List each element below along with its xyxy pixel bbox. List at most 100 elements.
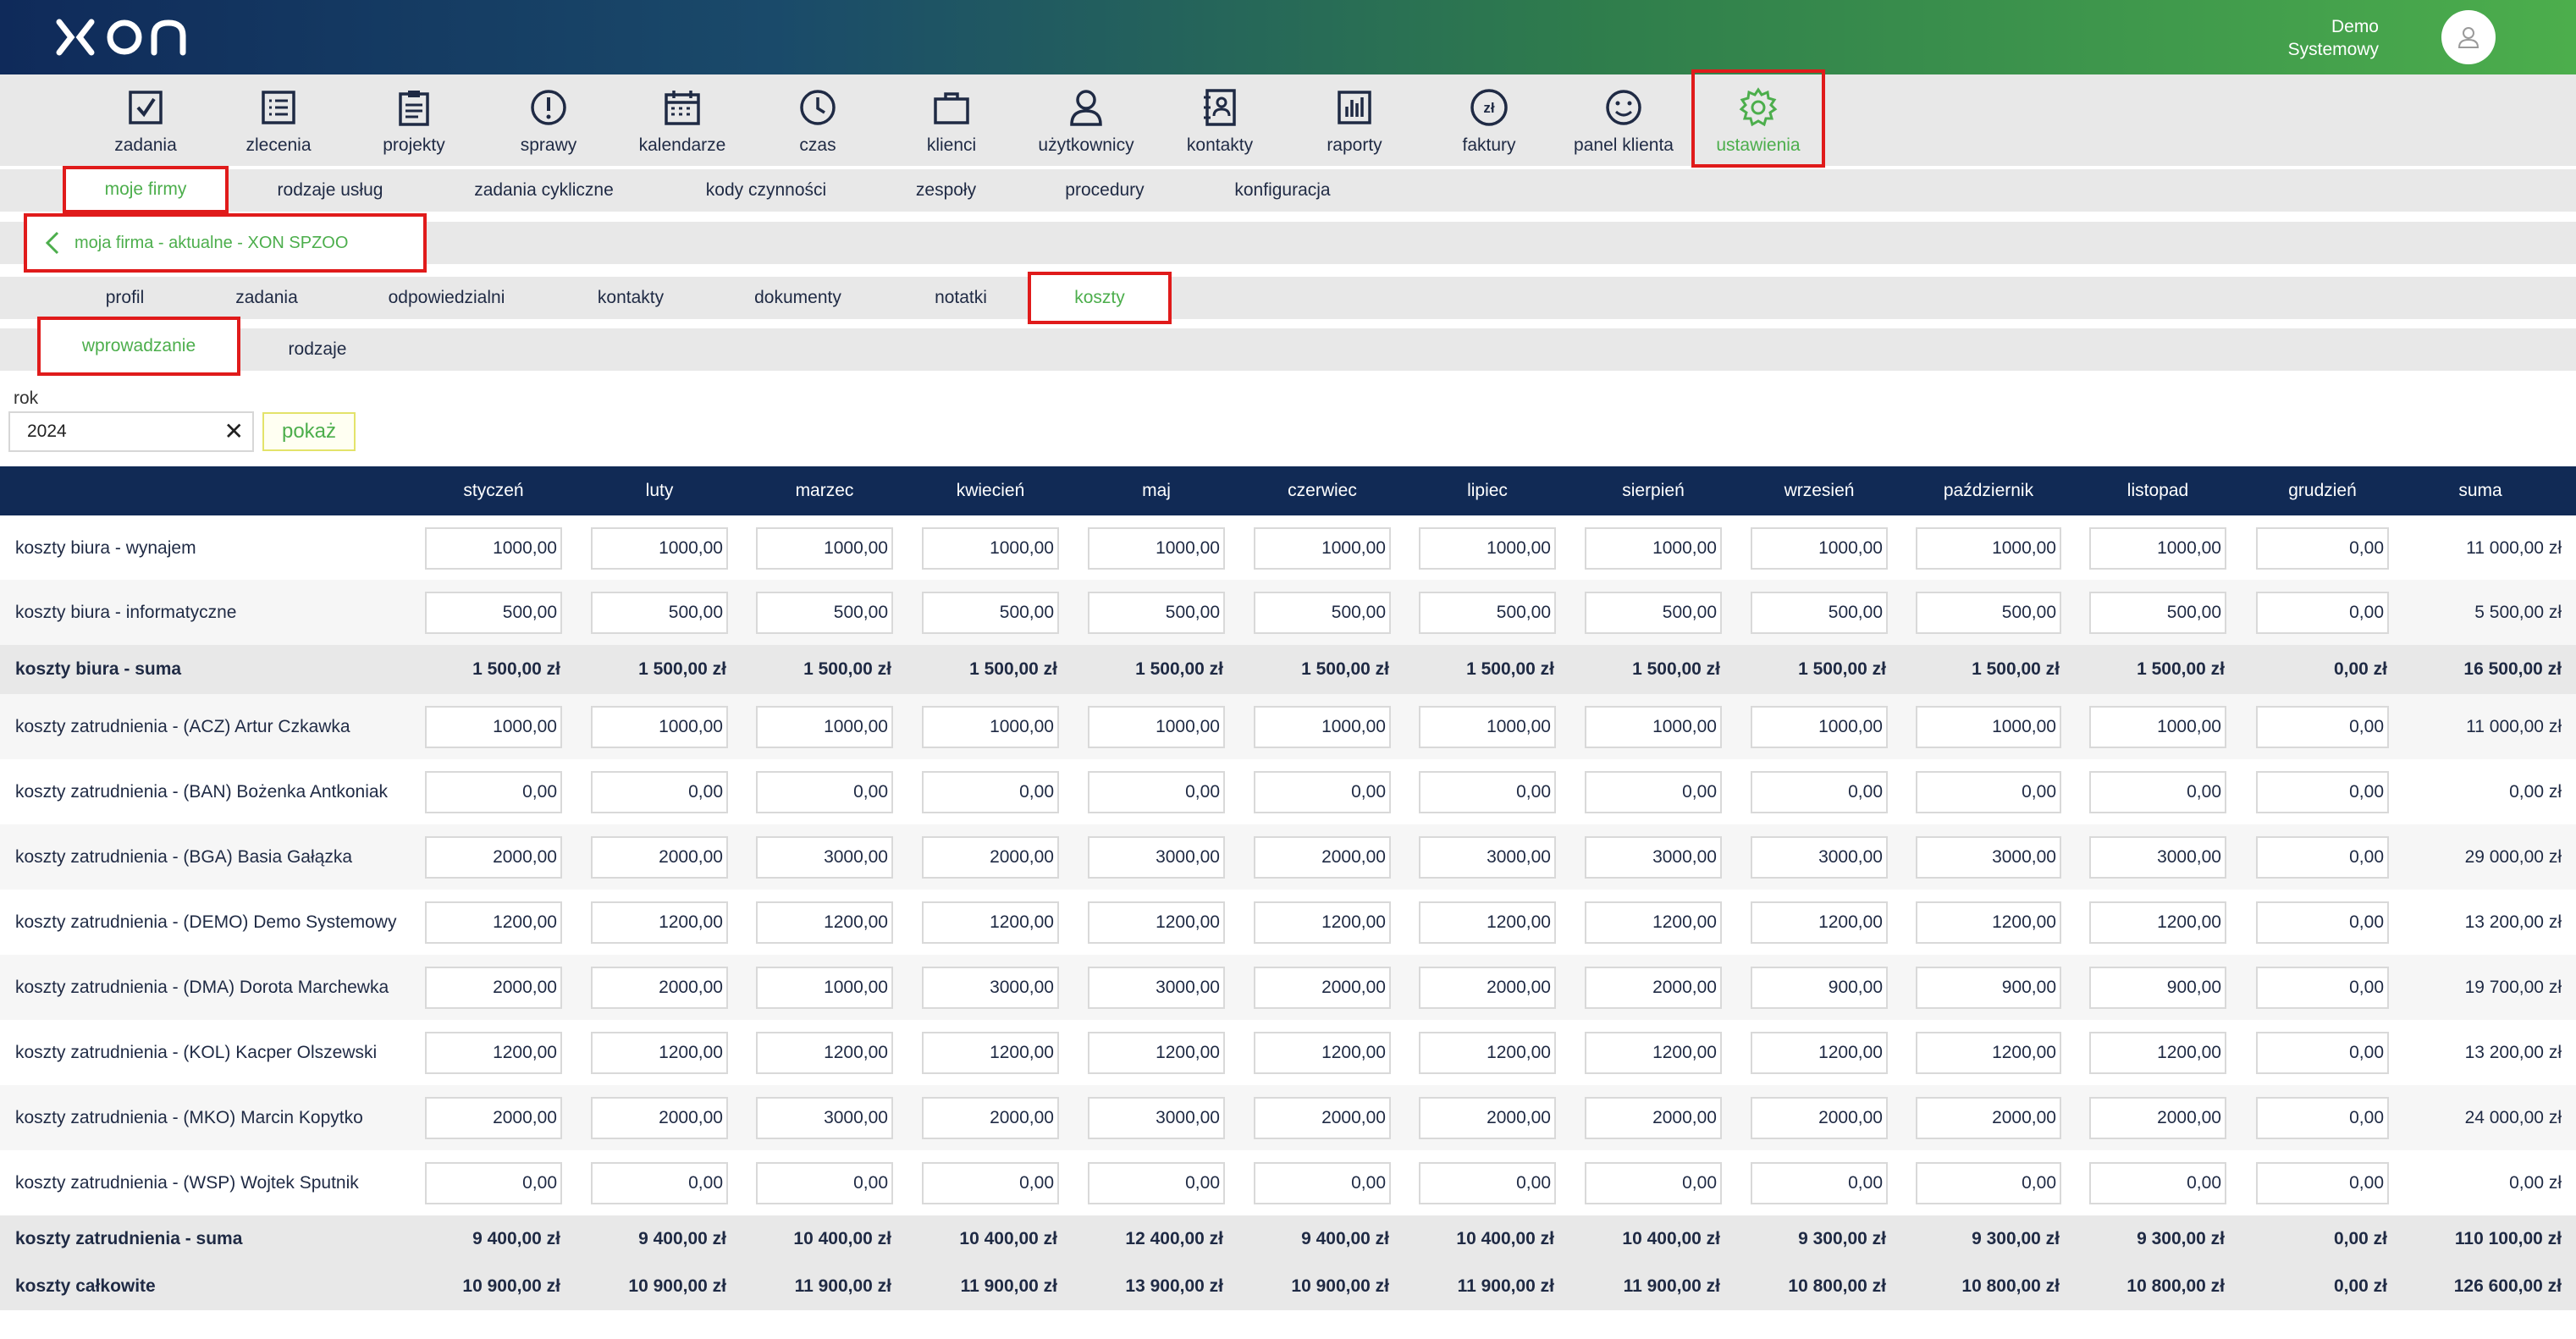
cost-input-marzec[interactable] — [756, 527, 893, 570]
cost-input-lipiec[interactable] — [1419, 592, 1556, 634]
cost-input-luty[interactable] — [591, 592, 728, 634]
cost-input-czerwiec[interactable] — [1254, 771, 1391, 813]
cost-input-maj[interactable] — [1088, 967, 1225, 1009]
cost-input-sierpień[interactable] — [1585, 1162, 1722, 1204]
cost-input-październik[interactable] — [1916, 771, 2061, 813]
cost-input-czerwiec[interactable] — [1254, 1162, 1391, 1204]
cost-input-sierpień[interactable] — [1585, 1097, 1722, 1139]
cost-input-sierpień[interactable] — [1585, 1032, 1722, 1074]
cost-input-lipiec[interactable] — [1419, 1032, 1556, 1074]
tab-zespoly[interactable]: zespoły — [897, 169, 995, 212]
cost-input-październik[interactable] — [1916, 967, 2061, 1009]
tab-odpowiedzialni[interactable]: odpowiedzialni — [372, 277, 521, 319]
cost-input-czerwiec[interactable] — [1254, 836, 1391, 879]
cost-input-czerwiec[interactable] — [1254, 901, 1391, 944]
cost-input-grudzień[interactable] — [2256, 771, 2389, 813]
nav-faktury[interactable]: zł faktury — [1426, 74, 1553, 166]
cost-input-październik[interactable] — [1916, 592, 2061, 634]
user-name[interactable]: Demo Systemowy — [2277, 15, 2379, 61]
cost-input-marzec[interactable] — [756, 771, 893, 813]
cost-input-styczeń[interactable] — [425, 967, 562, 1009]
tab-zadania[interactable]: zadania — [220, 277, 313, 319]
nav-projekty[interactable]: projekty — [350, 74, 477, 166]
cost-input-lipiec[interactable] — [1419, 1097, 1556, 1139]
cost-input-czerwiec[interactable] — [1254, 527, 1391, 570]
cost-input-listopad[interactable] — [2089, 592, 2226, 634]
cost-input-wrzesień[interactable] — [1751, 901, 1888, 944]
nav-klienci[interactable]: klienci — [888, 74, 1015, 166]
cost-input-sierpień[interactable] — [1585, 836, 1722, 879]
cost-input-wrzesień[interactable] — [1751, 527, 1888, 570]
cost-input-listopad[interactable] — [2089, 1162, 2226, 1204]
nav-czas[interactable]: czas — [754, 74, 881, 166]
cost-input-grudzień[interactable] — [2256, 527, 2389, 570]
cost-input-kwiecień[interactable] — [922, 901, 1059, 944]
nav-kontakty[interactable]: kontakty — [1156, 74, 1283, 166]
cost-input-lipiec[interactable] — [1419, 706, 1556, 748]
cost-input-maj[interactable] — [1088, 836, 1225, 879]
cost-input-kwiecień[interactable] — [922, 1162, 1059, 1204]
cost-input-lipiec[interactable] — [1419, 967, 1556, 1009]
cost-input-grudzień[interactable] — [2256, 967, 2389, 1009]
cost-input-wrzesień[interactable] — [1751, 592, 1888, 634]
cost-input-sierpień[interactable] — [1585, 901, 1722, 944]
cost-input-maj[interactable] — [1088, 1162, 1225, 1204]
cost-input-maj[interactable] — [1088, 592, 1225, 634]
cost-input-listopad[interactable] — [2089, 771, 2226, 813]
tab-notatki[interactable]: notatki — [923, 277, 999, 319]
tab-dokumenty[interactable]: dokumenty — [741, 277, 855, 319]
nav-ustawienia[interactable]: ustawienia — [1691, 69, 1825, 168]
cost-input-listopad[interactable] — [2089, 901, 2226, 944]
cost-input-październik[interactable] — [1916, 836, 2061, 879]
tab-profil[interactable]: profil — [85, 277, 165, 319]
cost-input-kwiecień[interactable] — [922, 771, 1059, 813]
cost-input-maj[interactable] — [1088, 527, 1225, 570]
cost-input-styczeń[interactable] — [425, 836, 562, 879]
nav-sprawy[interactable]: sprawy — [485, 74, 612, 166]
cost-input-październik[interactable] — [1916, 1162, 2061, 1204]
cost-input-kwiecień[interactable] — [922, 527, 1059, 570]
nav-zlecenia[interactable]: zlecenia — [215, 74, 342, 166]
cost-input-październik[interactable] — [1916, 901, 2061, 944]
cost-input-kwiecień[interactable] — [922, 967, 1059, 1009]
cost-input-wrzesień[interactable] — [1751, 706, 1888, 748]
cost-input-wrzesień[interactable] — [1751, 1162, 1888, 1204]
cost-input-maj[interactable] — [1088, 771, 1225, 813]
nav-raporty[interactable]: raporty — [1291, 74, 1418, 166]
cost-input-maj[interactable] — [1088, 706, 1225, 748]
nav-panel-klienta[interactable]: panel klienta — [1560, 74, 1687, 166]
cost-input-grudzień[interactable] — [2256, 836, 2389, 879]
cost-input-marzec[interactable] — [756, 836, 893, 879]
cost-input-kwiecień[interactable] — [922, 1032, 1059, 1074]
cost-input-czerwiec[interactable] — [1254, 1097, 1391, 1139]
avatar[interactable] — [2441, 10, 2496, 64]
cost-input-czerwiec[interactable] — [1254, 967, 1391, 1009]
cost-input-kwiecień[interactable] — [922, 1097, 1059, 1139]
tab-procedury[interactable]: procedury — [1041, 169, 1168, 212]
cost-input-styczeń[interactable] — [425, 1032, 562, 1074]
cost-input-maj[interactable] — [1088, 1097, 1225, 1139]
cost-input-wrzesień[interactable] — [1751, 1032, 1888, 1074]
cost-input-lipiec[interactable] — [1419, 771, 1556, 813]
cost-input-marzec[interactable] — [756, 1032, 893, 1074]
cost-input-marzec[interactable] — [756, 592, 893, 634]
cost-input-styczeń[interactable] — [425, 706, 562, 748]
cost-input-kwiecień[interactable] — [922, 836, 1059, 879]
cost-input-styczeń[interactable] — [425, 901, 562, 944]
cost-input-maj[interactable] — [1088, 901, 1225, 944]
company-back-link[interactable]: moja firma - aktualne - XON SPZOO — [24, 213, 427, 273]
tab-kody-czynnosci[interactable]: kody czynności — [677, 169, 855, 212]
cost-input-listopad[interactable] — [2089, 527, 2226, 570]
cost-input-luty[interactable] — [591, 706, 728, 748]
tab-moje-firmy[interactable]: moje firmy — [63, 166, 229, 213]
tab-kontakty[interactable]: kontakty — [584, 277, 677, 319]
cost-input-listopad[interactable] — [2089, 1032, 2226, 1074]
cost-input-listopad[interactable] — [2089, 1097, 2226, 1139]
cost-input-czerwiec[interactable] — [1254, 706, 1391, 748]
cost-input-luty[interactable] — [591, 1097, 728, 1139]
cost-input-styczeń[interactable] — [425, 527, 562, 570]
cost-input-maj[interactable] — [1088, 1032, 1225, 1074]
cost-input-październik[interactable] — [1916, 1097, 2061, 1139]
cost-input-luty[interactable] — [591, 967, 728, 1009]
cost-input-marzec[interactable] — [756, 1162, 893, 1204]
